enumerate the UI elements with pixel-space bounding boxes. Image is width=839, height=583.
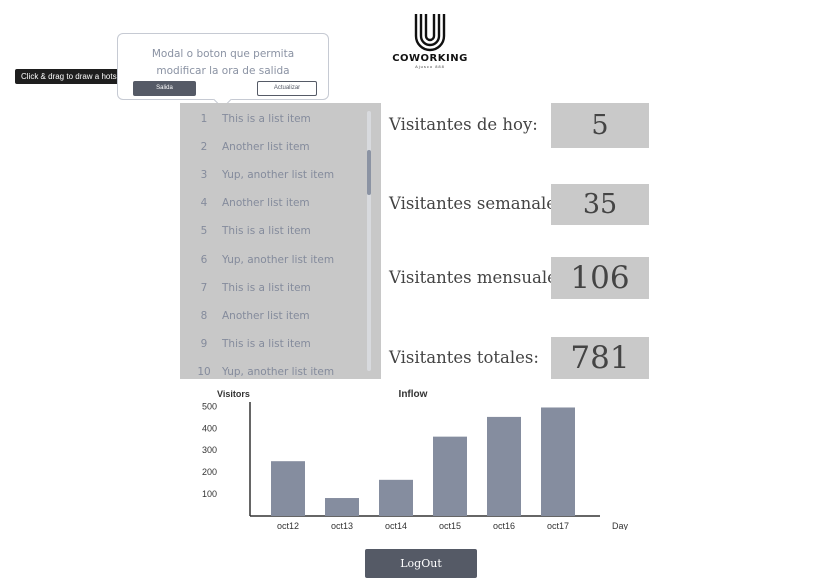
list-item-text: Another list item: [222, 141, 310, 154]
chart-y-label: Visitors: [217, 389, 250, 399]
chart-bar-oct14: [379, 479, 413, 516]
chart-x-tick-label: oct13: [331, 521, 353, 530]
visitor-list: 1 This is a list item 2 Another list item 3 Y…: [180, 103, 381, 379]
logout-button[interactable]: LogOut: [365, 549, 477, 578]
stat-weekly-value: 35: [551, 184, 649, 225]
salida-button[interactable]: Salida: [133, 81, 196, 96]
chart-bar-oct16: [487, 416, 521, 516]
chart-y-tick-label: 100: [202, 489, 217, 499]
chart-y-tick-label: 300: [202, 445, 217, 455]
modal-message: Modal o boton que permita modificar la o…: [151, 48, 295, 77]
coworking-logo: COWORKING Ajusco 888: [388, 14, 472, 80]
stat-total-value: 781: [551, 337, 649, 379]
chart-y-tick-label: 500: [202, 401, 217, 411]
list-item-number: 9: [200, 337, 208, 350]
stat-monthly-label: Visitantes mensuales:: [389, 268, 571, 287]
list-item-text: Another list item: [222, 197, 310, 210]
list-item-number: 5: [200, 225, 208, 238]
list-item-number: 3: [200, 169, 208, 182]
chart-bar-oct17: [541, 407, 575, 516]
list-item-number: 10: [197, 365, 211, 378]
list-item-text: Yup, another list item: [222, 169, 335, 182]
chart-x-tick-label: oct14: [385, 521, 407, 530]
chart-bar-oct13: [325, 498, 359, 516]
chart-y-tick-label: 200: [202, 467, 217, 477]
chart-x-tick-label: oct12: [277, 521, 299, 530]
chart-x-label: Day: [612, 521, 629, 530]
chart-y-tick-label: 400: [202, 423, 217, 433]
stat-today-label: Visitantes de hoy:: [389, 115, 538, 134]
list-item-text: Yup, another list item: [222, 365, 335, 378]
chart-bar-oct15: [433, 436, 467, 516]
actualizar-button[interactable]: Actualizar: [257, 81, 317, 96]
list-item-number: 7: [200, 281, 208, 294]
inflow-chart: Inflow Visitors Day 100 200 300 400 500 oct12 oct…: [195, 385, 635, 530]
list-item-text: This is a list item: [222, 337, 311, 350]
list-item-text: This is a list item: [222, 281, 311, 294]
list-item-number: 1: [200, 113, 208, 125]
chart-x-tick-label: oct16: [493, 521, 515, 530]
list-item-number: 8: [200, 309, 208, 322]
list-scrollbar-thumb[interactable]: [367, 150, 371, 195]
stat-today-value: 5: [551, 103, 649, 148]
stat-monthly-value: 106: [551, 257, 649, 299]
list-item-number: 4: [200, 197, 208, 210]
u-logo-icon: [414, 14, 446, 52]
list-item-text: Another list item: [222, 309, 310, 322]
list-item-text: This is a list item: [222, 225, 311, 238]
brand-subtitle: Ajusco 888: [415, 64, 445, 69]
chart-bar-oct12: [271, 461, 305, 516]
list-item-text: Yup, another list item: [222, 253, 335, 266]
list-item-text: This is a list item: [222, 113, 311, 125]
list-item-number: 2: [200, 141, 208, 154]
chart-x-tick-label: oct15: [439, 521, 461, 530]
exit-time-modal: Modal o boton que permita modificar la o…: [117, 33, 329, 109]
chart-x-tick-label: oct17: [547, 521, 569, 530]
chart-title: Inflow: [399, 389, 428, 400]
brand-name: COWORKING: [392, 53, 468, 64]
hotspot-hint-tooltip: Click & drag to draw a hotspot: [15, 69, 134, 84]
stat-weekly-label: Visitantes semanales:: [389, 194, 571, 213]
list-item-number: 6: [200, 253, 208, 266]
stat-total-label: Visitantes totales:: [389, 348, 539, 367]
